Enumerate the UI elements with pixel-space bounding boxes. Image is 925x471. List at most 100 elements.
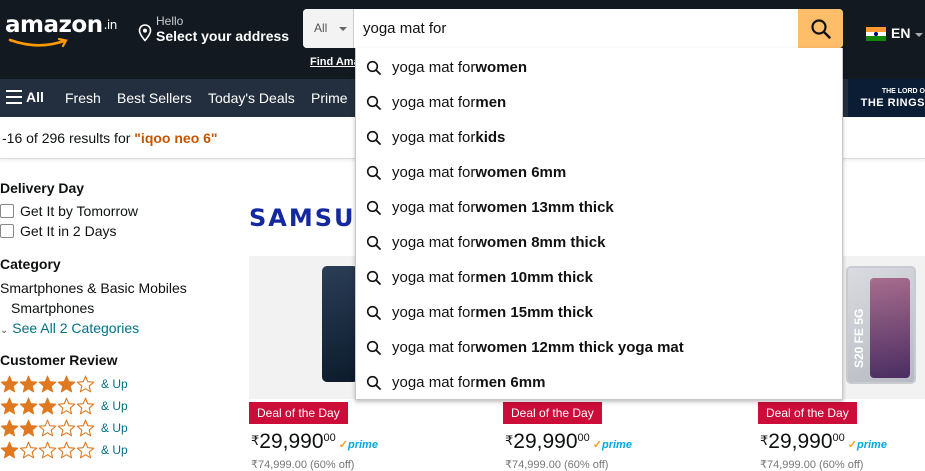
search-button[interactable] xyxy=(798,9,843,48)
deal-badge: Deal of the Day xyxy=(249,402,348,424)
see-all-categories-link[interactable]: ⌄ See All 2 Categories xyxy=(0,320,139,336)
star-empty-icon xyxy=(76,419,95,437)
suggestion-prefix: yoga mat for xyxy=(392,164,476,181)
star-filled-icon xyxy=(19,375,38,393)
rating-filter-1-stars[interactable]: & Up xyxy=(0,441,128,459)
promo-banner[interactable]: THE LORD O THE RINGS xyxy=(848,79,925,117)
suggestion-prefix: yoga mat for xyxy=(392,94,476,111)
suggestion-item[interactable]: yoga mat for women xyxy=(356,50,842,85)
suggestion-prefix: yoga mat for xyxy=(392,304,476,321)
nav-all-label: All xyxy=(26,89,44,105)
suggestion-item[interactable]: yoga mat for men xyxy=(356,85,842,120)
search-category-label: All xyxy=(314,21,328,35)
star-filled-icon xyxy=(57,375,76,393)
language-code: EN xyxy=(891,25,911,41)
phone-image: S20 FE 5G xyxy=(846,266,916,384)
star-empty-icon xyxy=(19,441,38,459)
prime-label: prime xyxy=(601,439,632,451)
logo-smile-icon xyxy=(8,38,68,48)
suggestion-prefix: yoga mat for xyxy=(392,199,476,216)
deliver-address: Select your address xyxy=(156,28,290,44)
star-empty-icon xyxy=(76,375,95,393)
search-icon xyxy=(366,270,381,285)
rating-label: & Up xyxy=(101,377,128,391)
search-icon xyxy=(366,375,381,390)
star-empty-icon xyxy=(76,441,95,459)
search-input[interactable] xyxy=(355,9,798,48)
star-empty-icon xyxy=(38,441,57,459)
suggestion-prefix: yoga mat for xyxy=(392,339,476,356)
suggestion-completion: men 15mm thick xyxy=(475,304,593,321)
search-icon xyxy=(366,165,381,180)
nav-item-prime[interactable]: Prime xyxy=(311,90,348,106)
suggestion-prefix: yoga mat for xyxy=(392,374,476,391)
nav-item-todays-deals[interactable]: Today's Deals xyxy=(208,90,295,106)
suggestion-item[interactable]: yoga mat for men 10mm thick xyxy=(356,260,842,295)
suggestion-item[interactable]: yoga mat for women 13mm thick xyxy=(356,190,842,225)
star-empty-icon xyxy=(76,397,95,415)
search-suggestions-dropdown: yoga mat for women yoga mat for men yoga m… xyxy=(355,48,843,400)
suggestion-item[interactable]: yoga mat for women 8mm thick xyxy=(356,225,842,260)
suggestion-completion: women 8mm thick xyxy=(475,234,606,251)
suggestion-item[interactable]: yoga mat for kids xyxy=(356,120,842,155)
nav-all-menu[interactable]: All xyxy=(6,89,44,105)
checkbox[interactable] xyxy=(0,204,14,218)
suggestion-completion: men 6mm xyxy=(475,374,546,391)
rating-filter-3-stars[interactable]: & Up xyxy=(0,397,128,415)
suggestion-completion: kids xyxy=(475,129,506,146)
suggestion-completion: men 10mm thick xyxy=(475,269,593,286)
checkbox[interactable] xyxy=(0,224,14,238)
amazon-logo[interactable]: amazon.in xyxy=(5,12,117,38)
deal-badge: Deal of the Day xyxy=(503,402,602,424)
prime-label: prime xyxy=(347,439,378,451)
filter-option-label: Get It by Tomorrow xyxy=(20,203,139,219)
rating-filter-4-stars[interactable]: & Up xyxy=(0,375,128,393)
price-currency: ₹ xyxy=(505,433,514,448)
product-price: ₹ 29,990 00 ✓prime xyxy=(760,430,887,454)
star-filled-icon xyxy=(0,419,19,437)
suggestion-item[interactable]: yoga mat for women 6mm xyxy=(356,155,842,190)
search-icon xyxy=(366,95,381,110)
search-icon xyxy=(366,130,381,145)
rating-stars xyxy=(0,419,95,437)
filter-get-it-tomorrow[interactable]: Get It by Tomorrow xyxy=(0,203,138,219)
nav-item-fresh[interactable]: Fresh xyxy=(65,90,101,106)
star-filled-icon xyxy=(0,441,19,459)
search-category-dropdown[interactable]: All xyxy=(303,9,354,48)
rating-filter-2-stars[interactable]: & Up xyxy=(0,419,128,437)
suggestion-completion: women 12mm thick yoga mat xyxy=(475,339,684,356)
product-price: ₹ 29,990 00 ✓prime xyxy=(505,430,632,454)
results-query: "iqoo neo 6" xyxy=(134,130,218,146)
suggestion-item[interactable]: yoga mat for men 15mm thick xyxy=(356,295,842,330)
rating-label: & Up xyxy=(101,443,128,457)
phone-image xyxy=(322,266,358,382)
deal-badge: Deal of the Day xyxy=(758,402,857,424)
prime-label: prime xyxy=(856,439,887,451)
product-price: ₹ 29,990 00 ✓prime xyxy=(251,430,378,454)
suggestion-prefix: yoga mat for xyxy=(392,234,476,251)
phone-model-label: S20 FE 5G xyxy=(852,308,866,368)
suggestion-completion: women 13mm thick xyxy=(475,199,614,216)
prime-badge: ✓prime xyxy=(339,438,378,451)
price-fraction: 00 xyxy=(323,432,336,444)
filter-delivery-title: Delivery Day xyxy=(0,180,85,196)
search-icon xyxy=(366,235,381,250)
chevron-down-icon xyxy=(339,27,347,31)
suggestion-item[interactable]: yoga mat for men 6mm xyxy=(356,365,842,400)
star-filled-icon xyxy=(19,419,38,437)
star-filled-icon xyxy=(19,397,38,415)
category-parent-link[interactable]: Smartphones & Basic Mobiles xyxy=(0,280,187,296)
category-child-link[interactable]: Smartphones xyxy=(11,300,94,316)
filter-get-it-2-days[interactable]: Get It in 2 Days xyxy=(0,223,116,239)
filter-review-title: Customer Review xyxy=(0,352,118,368)
promo-line1: THE LORD O xyxy=(881,88,925,95)
see-all-label: See All 2 Categories xyxy=(12,320,140,336)
star-filled-icon xyxy=(38,397,57,415)
suggestion-item[interactable]: yoga mat for women 12mm thick yoga mat xyxy=(356,330,842,365)
prime-badge: ✓prime xyxy=(593,438,632,451)
price-fraction: 00 xyxy=(832,432,845,444)
search-icon xyxy=(810,18,831,39)
suggestion-completion: women 6mm xyxy=(475,164,567,181)
find-amazon-link[interactable]: Find Ama xyxy=(310,56,360,68)
nav-item-best-sellers[interactable]: Best Sellers xyxy=(117,90,192,106)
